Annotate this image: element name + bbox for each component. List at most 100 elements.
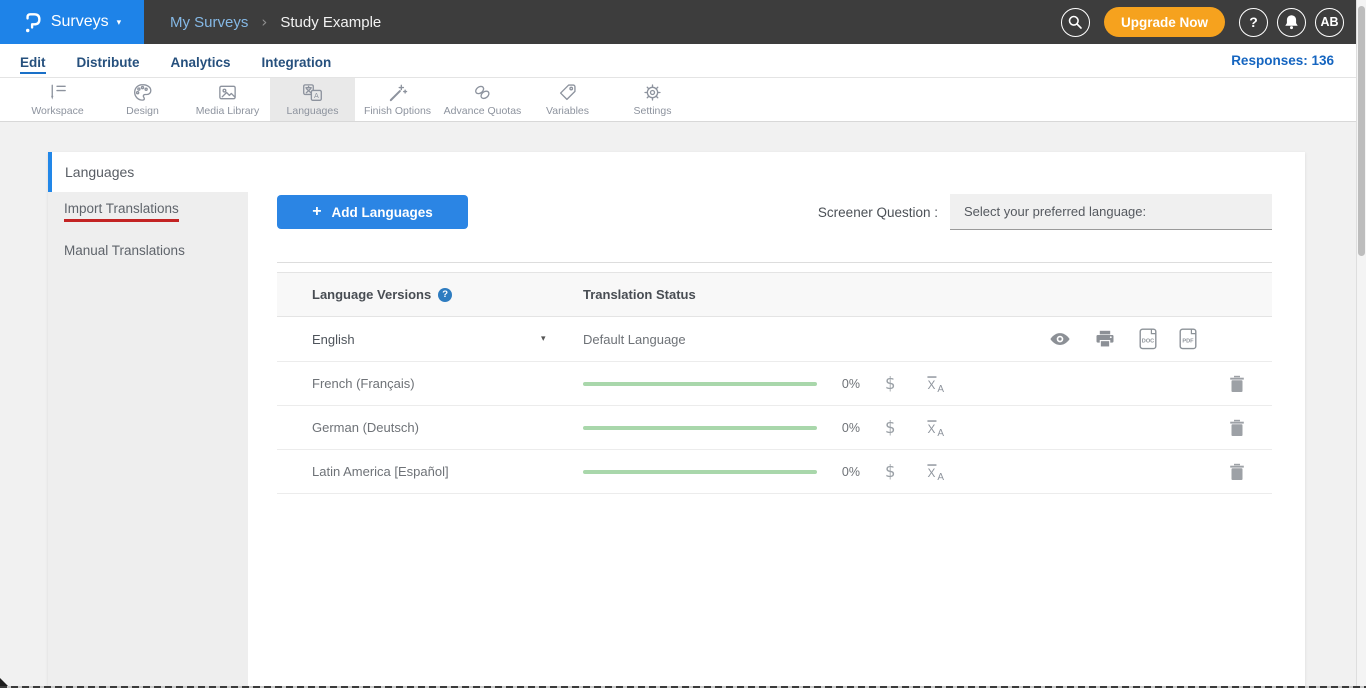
trash-icon <box>1229 463 1245 481</box>
palette-icon <box>132 82 153 103</box>
tool-label: Workspace <box>31 105 83 117</box>
tab-distribute[interactable]: Distribute <box>77 48 140 74</box>
screener-question-label: Screener Question : <box>768 205 938 220</box>
question-mark-icon: ? <box>1249 14 1258 30</box>
svg-text:A: A <box>314 92 319 100</box>
language-name: English <box>312 317 355 361</box>
export-doc-button[interactable]: DOC <box>1139 317 1158 361</box>
export-pdf-button[interactable]: PDF <box>1179 317 1198 361</box>
tab-analytics[interactable]: Analytics <box>171 48 231 74</box>
column-label: Translation Status <box>583 287 696 302</box>
chain-links-icon <box>472 82 493 103</box>
translation-progress-bar <box>583 426 817 430</box>
breadcrumb-my-surveys[interactable]: My Surveys <box>170 14 248 31</box>
language-name: French (Français) <box>312 362 415 405</box>
survey-nav-tabs: Edit Distribute Analytics Integration <box>20 44 331 77</box>
header-actions: Upgrade Now ? AB <box>1061 0 1344 44</box>
table-row-french: French (Français) 0% $ X A <box>277 362 1272 406</box>
translation-percent: 0% <box>827 362 860 405</box>
delete-language-button[interactable] <box>1229 463 1245 481</box>
column-label: Language Versions <box>312 287 431 302</box>
workspace-icon <box>47 82 68 103</box>
tool-workspace[interactable]: Workspace <box>15 78 100 121</box>
tool-design[interactable]: Design <box>100 78 185 121</box>
delete-language-button[interactable] <box>1229 375 1245 393</box>
edit-toolbar: Workspace Design Media Library <box>0 78 1366 122</box>
trash-icon <box>1229 419 1245 437</box>
tab-integration[interactable]: Integration <box>262 48 332 74</box>
add-languages-button[interactable]: + Add Languages <box>277 195 468 229</box>
tool-settings[interactable]: Settings <box>610 78 695 121</box>
translate-icon: A <box>301 82 324 103</box>
avatar-initials: AB <box>1320 15 1338 29</box>
tab-edit[interactable]: Edit <box>20 48 46 74</box>
view-language-button[interactable] <box>1049 317 1071 361</box>
doc-file-icon: DOC <box>1139 328 1158 350</box>
paid-translation-button[interactable]: $ <box>885 406 896 449</box>
toolbar-items: Workspace Design Media Library <box>15 78 695 121</box>
main-area: Languages Import Translations Manual Tra… <box>0 122 1366 688</box>
auto-translate-button[interactable]: X A <box>925 374 946 393</box>
translate-icon: X A <box>925 462 946 481</box>
table-row-default-language: English ▾ Default Language <box>277 317 1272 362</box>
pdf-file-icon: PDF <box>1179 328 1198 350</box>
brand-menu[interactable]: Surveys ▾ <box>0 0 144 44</box>
languages-panel: Languages Import Translations Manual Tra… <box>48 152 1305 688</box>
scrollbar-thumb[interactable] <box>1358 6 1365 256</box>
language-name: German (Deutsch) <box>312 406 419 449</box>
paid-translation-button[interactable]: $ <box>885 362 896 405</box>
tool-finish-options[interactable]: Finish Options <box>355 78 440 121</box>
translation-progress-bar <box>583 382 817 386</box>
brand-label: Surveys <box>51 13 109 31</box>
printer-icon <box>1095 330 1115 348</box>
translation-progress-bar <box>583 470 817 474</box>
notifications-button[interactable] <box>1277 8 1306 37</box>
help-button[interactable]: ? <box>1239 8 1268 37</box>
panel-title: Languages <box>48 152 1305 192</box>
languages-table: Language Versions ? Translation Status E… <box>277 272 1272 494</box>
svg-text:A: A <box>937 428 944 437</box>
auto-translate-button[interactable]: X A <box>925 462 946 481</box>
questionpro-logo-icon <box>23 10 43 35</box>
menu-item-label: Manual Translations <box>64 243 185 258</box>
breadcrumb-current: Study Example <box>280 14 381 31</box>
paid-translation-button[interactable]: $ <box>885 450 896 493</box>
screener-question-select[interactable]: Select your preferred language: <box>950 194 1272 230</box>
tool-media-library[interactable]: Media Library <box>185 78 270 121</box>
window-scrollbar[interactable] <box>1356 0 1366 688</box>
tool-languages[interactable]: A Languages <box>270 78 355 121</box>
column-language-versions: Language Versions ? <box>312 273 452 316</box>
translation-percent: 0% <box>827 450 860 493</box>
table-row-german: German (Deutsch) 0% $ X A <box>277 406 1272 450</box>
delete-language-button[interactable] <box>1229 419 1245 437</box>
avatar[interactable]: AB <box>1315 8 1344 37</box>
responses-count[interactable]: Responses: 136 <box>1231 44 1334 77</box>
svg-text:X: X <box>928 422 936 436</box>
chevron-down-icon: ▾ <box>117 18 122 28</box>
tool-label: Languages <box>287 105 339 117</box>
add-languages-label: Add Languages <box>332 205 433 220</box>
tool-label: Finish Options <box>364 105 431 117</box>
menu-manual-translations[interactable]: Manual Translations <box>48 231 248 270</box>
upgrade-now-button[interactable]: Upgrade Now <box>1104 7 1225 37</box>
auto-translate-button[interactable]: X A <box>925 418 946 437</box>
tool-label: Advance Quotas <box>444 105 522 117</box>
search-button[interactable] <box>1061 8 1090 37</box>
tool-advance-quotas[interactable]: Advance Quotas <box>440 78 525 121</box>
tool-label: Media Library <box>196 105 260 117</box>
trash-icon <box>1229 375 1245 393</box>
survey-nav: Edit Distribute Analytics Integration Re… <box>0 44 1366 78</box>
bell-icon <box>1284 14 1299 30</box>
breadcrumb-separator-icon: › <box>261 13 267 31</box>
tool-variables[interactable]: Variables <box>525 78 610 121</box>
language-dropdown-caret[interactable]: ▾ <box>541 317 546 361</box>
tool-label: Design <box>126 105 159 117</box>
corner-cursor-artifact <box>0 678 8 686</box>
language-status: Default Language <box>583 317 686 361</box>
image-icon <box>217 82 238 103</box>
menu-import-translations[interactable]: Import Translations <box>48 192 248 231</box>
search-icon <box>1067 14 1083 30</box>
print-language-button[interactable] <box>1095 317 1115 361</box>
help-badge-icon[interactable]: ? <box>438 288 452 302</box>
translate-icon: X A <box>925 418 946 437</box>
